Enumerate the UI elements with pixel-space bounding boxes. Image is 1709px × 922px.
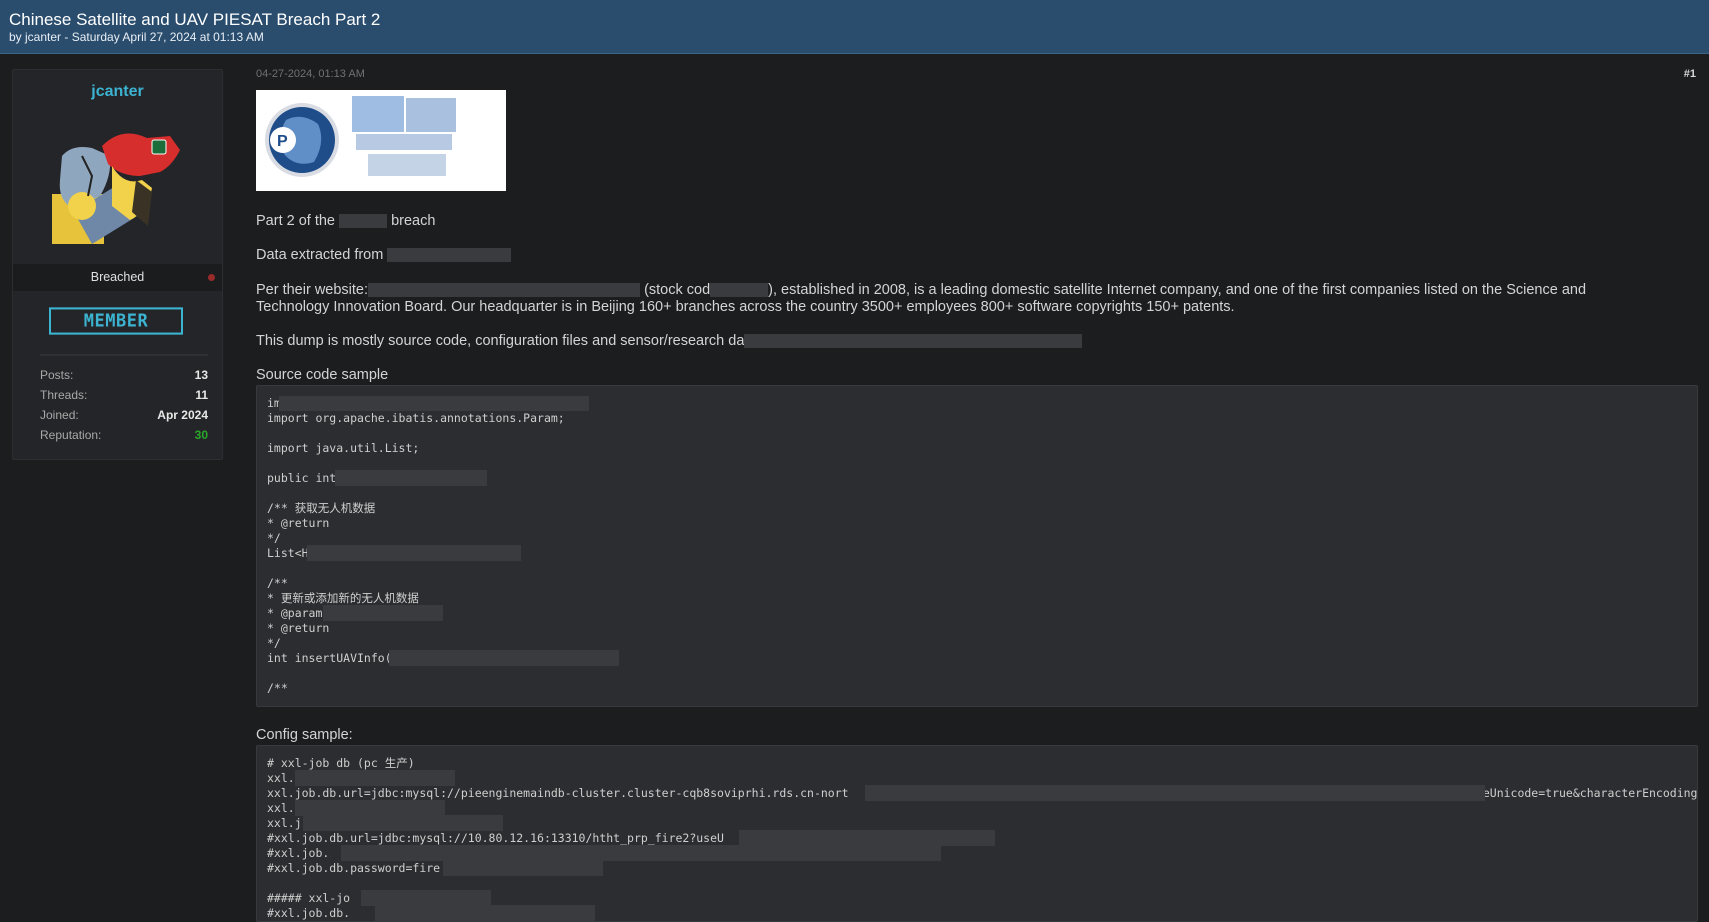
code-line: # xxl-job db (pc 生产) bbox=[267, 756, 415, 770]
code-line: #xxl.job.db. bbox=[267, 906, 351, 920]
offline-status-icon bbox=[208, 274, 215, 281]
code-line: * 更新或添加新的无人机数据 bbox=[267, 591, 419, 605]
user-status: Breached bbox=[90, 270, 145, 284]
code-line: import java.util.List; bbox=[267, 441, 420, 455]
user-profile-card: jcanter Breached MEMBER Posts: 13 Thread… bbox=[12, 69, 223, 460]
stat-threads: Threads: 11 bbox=[40, 388, 208, 408]
stats-divider bbox=[40, 354, 208, 356]
stat-label: Joined: bbox=[40, 408, 79, 422]
config-heading: Config sample: bbox=[256, 727, 353, 743]
code-line: import org.apache.ibatis.annotations.Par… bbox=[267, 411, 565, 425]
username-link[interactable]: jcanter bbox=[13, 83, 222, 101]
paragraph-text: breach bbox=[391, 213, 436, 229]
stat-label: Threads: bbox=[40, 388, 88, 402]
stat-value[interactable]: 13 bbox=[195, 368, 208, 382]
code-line: /** 获取无人机数据 bbox=[267, 501, 376, 515]
stat-label: Posts: bbox=[40, 368, 74, 382]
stat-label: Reputation: bbox=[40, 428, 102, 442]
code-line: public int bbox=[267, 471, 337, 485]
post-paragraph-4: This dump is mostly source code, configu… bbox=[256, 333, 1083, 350]
code-line: * @param bbox=[267, 606, 323, 620]
company-banner-image: P bbox=[256, 90, 506, 191]
post-paragraph-3-line-2: Technology Innovation Board. Our headqua… bbox=[256, 299, 1235, 315]
user-stats: Posts: 13 Threads: 11 Joined: Apr 2024 R… bbox=[40, 368, 208, 448]
stat-value[interactable]: 11 bbox=[195, 388, 208, 402]
post-paragraph-1: Part 2 of the breach bbox=[256, 213, 435, 230]
stat-value[interactable]: 30 bbox=[195, 428, 208, 442]
user-status-bar: Breached bbox=[13, 264, 222, 291]
source-code-block[interactable]: im import org.apache.ibatis.annotations.… bbox=[256, 385, 1698, 707]
code-line: xxl. bbox=[267, 771, 295, 785]
code-line: #xxl.job. bbox=[267, 846, 330, 860]
paragraph-text: ), established in 2008, is a leading dom… bbox=[768, 282, 1587, 298]
paragraph-text: Data extracted from bbox=[256, 247, 384, 263]
logo-letter: P bbox=[277, 133, 288, 150]
paragraph-text: Part 2 of the bbox=[256, 213, 335, 229]
post-paragraph-2: Data extracted from bbox=[256, 247, 512, 264]
stat-reputation: Reputation: 30 bbox=[40, 428, 208, 448]
code-line: * @return bbox=[267, 621, 330, 635]
code-line: #xxl.job.db.url=jdbc:mysql://10.80.12.16… bbox=[267, 831, 724, 845]
stat-posts: Posts: 13 bbox=[40, 368, 208, 388]
paragraph-text: Per their website: bbox=[256, 282, 369, 298]
code-line: ##### xxl-jo bbox=[267, 891, 351, 905]
code-line: * @return bbox=[267, 516, 330, 530]
stat-value: Apr 2024 bbox=[157, 408, 208, 422]
thread-byline: by jcanter - Saturday April 27, 2024 at … bbox=[9, 30, 264, 44]
source-code-heading: Source code sample bbox=[256, 367, 389, 383]
member-rank-badge: MEMBER bbox=[49, 307, 183, 335]
thread-title: Chinese Satellite and UAV PIESAT Breach … bbox=[9, 10, 381, 29]
post-paragraph-3: Per their website: (stock cod ), establis… bbox=[256, 282, 1586, 299]
post-date: 04-27-2024, 01:13 AM bbox=[256, 68, 365, 80]
code-line: /** bbox=[267, 681, 288, 695]
code-line: xxl.job.db.url=jdbc:mysql://pieenginemai… bbox=[267, 786, 849, 800]
code-line: int insertUAVInfo( bbox=[267, 651, 392, 665]
paragraph-text: This dump is mostly source code, configu… bbox=[256, 333, 745, 349]
code-line: /** bbox=[267, 576, 288, 590]
code-line: #xxl.job.db.password=fire bbox=[267, 861, 441, 875]
stat-joined: Joined: Apr 2024 bbox=[40, 408, 208, 428]
code-line: */ bbox=[267, 636, 281, 650]
code-line: */ bbox=[267, 531, 281, 545]
post-number-link[interactable]: #1 bbox=[1684, 68, 1696, 80]
code-line-tail: useUnicode=true&characterEncoding=UTF-8&… bbox=[1469, 786, 1698, 800]
code-line: xxl.j bbox=[267, 816, 302, 830]
config-code-block[interactable]: # xxl-job db (pc 生产) xxl. xxl.job.db.url… bbox=[256, 745, 1698, 922]
avatar[interactable] bbox=[52, 116, 186, 246]
paragraph-text: (stock cod bbox=[644, 282, 711, 298]
thread-header: Chinese Satellite and UAV PIESAT Breach … bbox=[0, 0, 1709, 54]
code-line: xxl. bbox=[267, 801, 295, 815]
